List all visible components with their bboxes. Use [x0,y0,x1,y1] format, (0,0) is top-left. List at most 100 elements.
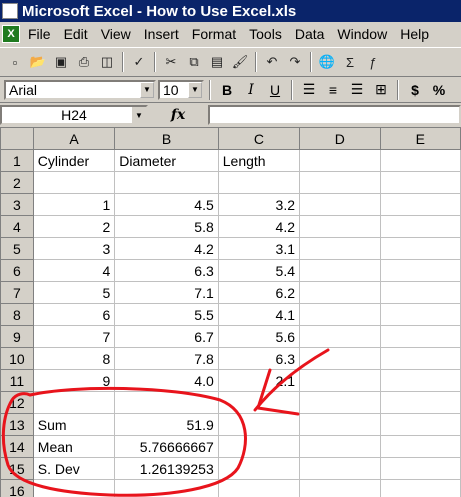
cell-e11[interactable] [379,369,461,392]
menu-tools[interactable]: Tools [249,26,282,42]
menu-insert[interactable]: Insert [144,26,179,42]
cell-e9[interactable] [379,325,461,348]
row-header[interactable]: 15 [0,457,34,480]
font-name-select[interactable]: Arial ▼ [4,79,156,100]
format-painter-icon[interactable]: 🖌 [229,51,251,73]
menu-window[interactable]: Window [337,26,387,42]
italic-button[interactable]: I [240,79,262,101]
cell-b4[interactable]: 5.8 [114,215,219,238]
column-header-c[interactable]: C [217,127,301,150]
cell-c1[interactable]: Length [217,149,301,172]
cell-a8[interactable]: 6 [32,303,116,326]
cell-a14[interactable]: Mean [32,435,116,458]
cell-c13[interactable] [217,413,301,436]
autosum-icon[interactable]: Σ [339,51,361,73]
cell-c11[interactable]: 2.1 [217,369,301,392]
cell-b11[interactable]: 4.0 [114,369,219,392]
cell-e14[interactable] [379,435,461,458]
cell-e2[interactable] [379,171,461,194]
row-header[interactable]: 7 [0,281,34,304]
column-header-d[interactable]: D [299,127,381,150]
menu-data[interactable]: Data [295,26,325,42]
cell-b9[interactable]: 6.7 [114,325,219,348]
cell-a10[interactable]: 8 [32,347,116,370]
print-preview-icon[interactable]: ◫ [96,51,118,73]
column-header-e[interactable]: E [379,127,461,150]
row-header[interactable]: 9 [0,325,34,348]
row-header[interactable]: 13 [0,413,34,436]
row-header[interactable]: 16 [0,479,34,497]
cell-c9[interactable]: 5.6 [217,325,301,348]
cell-d6[interactable] [299,259,381,282]
open-icon[interactable]: 📂 [27,51,49,73]
cell-a3[interactable]: 1 [32,193,116,216]
cell-c15[interactable] [217,457,301,480]
cell-d14[interactable] [299,435,381,458]
cell-b10[interactable]: 7.8 [114,347,219,370]
workbook-icon[interactable]: X [2,25,20,43]
currency-button[interactable]: $ [404,79,426,101]
cell-b8[interactable]: 5.5 [114,303,219,326]
cell-e16[interactable] [379,479,461,497]
align-center-icon[interactable]: ≡ [322,79,344,101]
cell-a5[interactable]: 3 [32,237,116,260]
row-header[interactable]: 1 [0,149,34,172]
undo-icon[interactable]: ↶ [261,51,283,73]
menu-edit[interactable]: Edit [64,26,88,42]
cell-c2[interactable] [217,171,301,194]
paste-icon[interactable]: ▤ [206,51,228,73]
cell-e8[interactable] [379,303,461,326]
chevron-down-icon[interactable]: ▼ [188,81,202,98]
menu-view[interactable]: View [101,26,131,42]
cell-a4[interactable]: 2 [32,215,116,238]
cell-d12[interactable] [299,391,381,414]
row-header[interactable]: 14 [0,435,34,458]
column-header-b[interactable]: B [114,127,219,150]
cell-c14[interactable] [217,435,301,458]
cell-e13[interactable] [379,413,461,436]
align-left-icon[interactable]: ☰ [298,79,320,101]
cell-b3[interactable]: 4.5 [114,193,219,216]
cell-d7[interactable] [299,281,381,304]
cell-b5[interactable]: 4.2 [114,237,219,260]
select-all-corner[interactable] [0,127,34,150]
cell-b16[interactable] [114,479,219,497]
save-icon[interactable]: ▣ [50,51,72,73]
row-header[interactable]: 2 [0,171,34,194]
cell-d16[interactable] [299,479,381,497]
cell-b15[interactable]: 1.26139253 [114,457,219,480]
cell-c5[interactable]: 3.1 [217,237,301,260]
cell-c6[interactable]: 5.4 [217,259,301,282]
cell-d2[interactable] [299,171,381,194]
cut-icon[interactable]: ✂ [160,51,182,73]
font-size-select[interactable]: 10 ▼ [158,79,204,100]
cell-c8[interactable]: 4.1 [217,303,301,326]
bold-button[interactable]: B [216,79,238,101]
cell-c12[interactable] [217,391,301,414]
cell-d13[interactable] [299,413,381,436]
row-header[interactable]: 12 [0,391,34,414]
column-header-a[interactable]: A [32,127,116,150]
cell-a15[interactable]: S. Dev [32,457,116,480]
cell-a6[interactable]: 4 [32,259,116,282]
chevron-down-icon[interactable]: ▼ [132,107,146,123]
cell-c16[interactable] [217,479,301,497]
row-header[interactable]: 10 [0,347,34,370]
cell-a9[interactable]: 7 [32,325,116,348]
cell-c10[interactable]: 6.3 [217,347,301,370]
cell-d9[interactable] [299,325,381,348]
cell-e3[interactable] [379,193,461,216]
cell-a7[interactable]: 5 [32,281,116,304]
cell-a13[interactable]: Sum [32,413,116,436]
row-header[interactable]: 6 [0,259,34,282]
cell-b1[interactable]: Diameter [114,149,219,172]
cell-d1[interactable] [299,149,381,172]
row-header[interactable]: 11 [0,369,34,392]
cell-e1[interactable] [379,149,461,172]
cell-e15[interactable] [379,457,461,480]
cell-e12[interactable] [379,391,461,414]
cell-e5[interactable] [379,237,461,260]
cell-c4[interactable]: 4.2 [217,215,301,238]
cell-b2[interactable] [114,171,219,194]
underline-button[interactable]: U [264,79,286,101]
